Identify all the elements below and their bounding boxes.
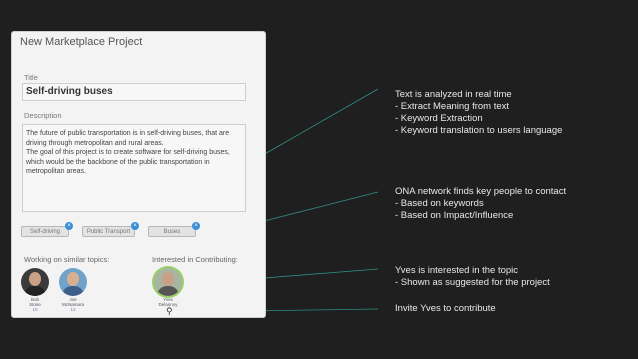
note-text-analysis: Text is analyzed in real time - Extract … [395, 89, 562, 137]
note-invite: Invite Yves to contribute [395, 303, 496, 315]
tag-label: Public Transport [86, 229, 131, 235]
similar-topics-label: Working on similar topics: [24, 255, 110, 264]
avatar [21, 268, 49, 296]
remove-tag-icon[interactable]: × [131, 222, 139, 230]
person-card[interactable]: Bob Stone 10 [18, 268, 52, 312]
new-project-form: New Marketplace Project Title Self-drivi… [11, 31, 266, 318]
note-line: - Keyword translation to users language [395, 125, 563, 136]
invite-user-icon[interactable]: ⚲ [166, 306, 173, 317]
remove-tag-icon[interactable]: × [192, 222, 200, 230]
note-line: ONA network finds key people to contact [395, 186, 567, 197]
tag-buses[interactable]: Buses × [148, 222, 200, 237]
title-label: Title [24, 73, 38, 82]
description-label: Description [24, 111, 62, 120]
avatar [154, 268, 182, 296]
note-line: Yves is interested in the topic [395, 265, 519, 276]
note-line: - Keyword Extraction [395, 113, 483, 124]
panel-title: New Marketplace Project [20, 36, 143, 48]
tag-label: Buses [163, 229, 181, 235]
person-count: 10 [32, 307, 38, 312]
person-name: Bob Stone [29, 297, 41, 307]
note-line: - Based on Impact/Influence [395, 210, 514, 221]
note-line: Invite Yves to contribute [395, 303, 496, 314]
person-count: 13 [70, 307, 76, 312]
note-line: - Shown as suggested for the project [395, 277, 550, 288]
note-line: - Extract Meaning from text [395, 101, 510, 112]
description-field[interactable]: The future of public transportation is i… [22, 124, 246, 212]
person-card-suggested[interactable]: Yves Delannoy [151, 268, 185, 307]
avatar [59, 268, 87, 296]
tag-public-transport[interactable]: Public Transport × [82, 222, 139, 237]
note-line: - Based on keywords [395, 198, 484, 209]
person-card[interactable]: Joe McNamara 13 [56, 268, 90, 312]
tag-self-driving[interactable]: Self-driving × [21, 222, 73, 237]
remove-tag-icon[interactable]: × [65, 222, 73, 230]
note-ona: ONA network finds key people to contact … [395, 186, 566, 222]
person-name: Joe McNamara [61, 297, 84, 307]
title-field[interactable]: Self-driving buses [22, 83, 246, 101]
description-value: The future of public transportation is i… [26, 130, 230, 175]
note-line: Text is analyzed in real time [395, 89, 512, 100]
interested-label: Interested in Contributing: [152, 255, 238, 264]
note-interest: Yves is interested in the topic - Shown … [395, 265, 550, 289]
title-value: Self-driving buses [26, 86, 113, 97]
tag-label: Self-driving [29, 229, 60, 235]
